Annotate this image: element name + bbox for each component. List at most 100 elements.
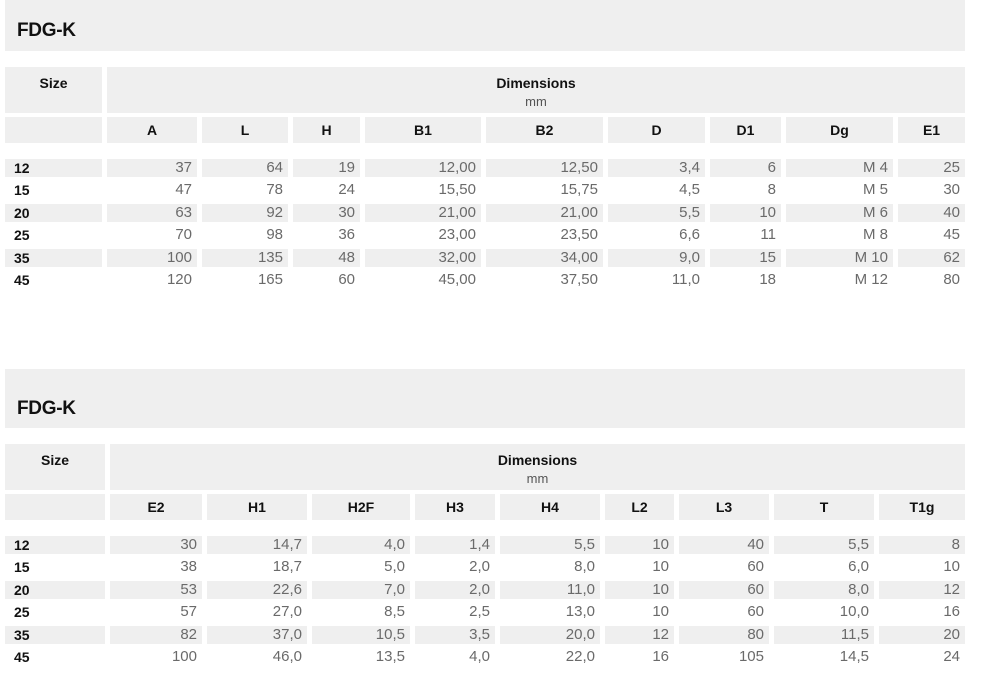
column-header-cell: H4	[500, 494, 600, 520]
size-value: 20	[14, 581, 30, 598]
dimension-value: 2,0	[469, 580, 490, 598]
column-header: T	[819, 499, 829, 515]
dimension-value: 60	[747, 603, 764, 621]
dimension-value: 60	[338, 271, 355, 288]
column-header: D	[651, 122, 662, 138]
dimension-value: 135	[257, 248, 283, 266]
size-header: Size	[39, 75, 68, 91]
size-value: 12	[14, 160, 30, 176]
column-header-cell: H3	[415, 494, 495, 520]
dimension-value: 16	[943, 603, 960, 621]
dimension-value: 11	[760, 226, 776, 244]
dimension-value: 57	[180, 603, 197, 621]
dimension-value: 20,0	[565, 625, 595, 643]
column-header: B2	[535, 122, 554, 138]
dimension-value: 15,75	[560, 181, 598, 199]
column-header: E2	[147, 499, 165, 515]
dimension-value: 23,50	[560, 226, 598, 244]
dimension-value: 47	[175, 181, 192, 199]
dimension-value: M 5	[862, 181, 888, 199]
dimension-value: M 12	[854, 271, 888, 288]
dimension-value: 46,0	[272, 648, 302, 665]
dimension-value: 4,5	[679, 181, 700, 199]
dimension-value: 36	[338, 226, 355, 244]
dimension-value: 8	[767, 181, 776, 199]
size-value: 35	[14, 249, 30, 266]
dimension-value: 64	[266, 159, 283, 176]
dimension-value: 98	[266, 226, 283, 244]
dimension-value: 12,00	[438, 159, 476, 176]
column-header-cell: L3	[679, 494, 769, 520]
dimension-value: 40	[943, 203, 960, 221]
dimension-value: 12	[652, 625, 669, 643]
dimension-value: 45,00	[438, 271, 476, 288]
dimension-value: 10	[652, 603, 669, 621]
dimension-value: 6,6	[679, 226, 700, 244]
column-header: H	[321, 122, 332, 138]
dimension-value: 70	[175, 226, 192, 244]
column-header-cell: T	[774, 494, 874, 520]
dimension-value: 11,5	[840, 625, 869, 643]
dimension-value: 30	[338, 203, 355, 221]
unit-label: mm	[526, 471, 549, 486]
size-header-cell: Size	[5, 67, 102, 113]
dimension-value: 8	[951, 536, 960, 553]
dimension-value: 10	[652, 536, 669, 553]
column-header: L	[240, 122, 250, 138]
size-header: Size	[40, 452, 69, 468]
column-header-cell: B1	[365, 117, 481, 143]
dimension-value: 10,0	[839, 603, 869, 621]
size-header-cell: Size	[5, 444, 105, 490]
table-title: FDG-K	[17, 20, 76, 41]
dimension-value: 60	[747, 558, 764, 576]
dimension-value: 40	[747, 536, 764, 553]
dimension-value: 62	[943, 248, 960, 266]
dimension-value: 30	[180, 536, 197, 553]
column-header: B1	[414, 122, 432, 138]
column-header: L3	[715, 499, 733, 515]
column-header: Dg	[830, 122, 849, 138]
table-title-bar: FDG-K	[5, 369, 965, 428]
dimension-value: 24	[943, 648, 960, 665]
dimension-value: 2,0	[469, 558, 490, 576]
dimension-value: 23,00	[438, 226, 476, 244]
dimension-value: 18,7	[272, 558, 302, 576]
column-header-cell: E1	[898, 117, 965, 143]
column-header-cell: T1g	[879, 494, 965, 520]
dimension-value: 5,0	[384, 558, 405, 576]
column-header: T1g	[909, 499, 935, 515]
column-header-cell: H2F	[312, 494, 410, 520]
dimension-value: 9,0	[679, 248, 700, 266]
dimension-value: M 4	[862, 159, 888, 176]
dimension-value: 7,0	[384, 580, 405, 598]
dimension-value: M 6	[862, 203, 888, 221]
column-header-cell: A	[107, 117, 197, 143]
dimension-value: 5,5	[574, 536, 595, 553]
dimension-value: 11,0	[566, 580, 595, 598]
size-value: 15	[14, 559, 30, 576]
dimension-value: 22,6	[272, 580, 302, 598]
dimension-value: 100	[166, 248, 192, 266]
dimension-value: 53	[180, 580, 197, 598]
size-value: 25	[14, 227, 30, 244]
dimension-value: 3,4	[679, 159, 700, 176]
dimensions-header-cell: Dimensions mm	[107, 67, 965, 113]
dimension-value: 92	[266, 203, 283, 221]
dimension-value: 1,4	[469, 536, 490, 553]
column-header: D1	[736, 122, 755, 138]
dimension-value: 63	[175, 203, 192, 221]
column-header: H3	[446, 499, 464, 515]
dimensions-header: Dimensions	[496, 75, 576, 91]
dimension-value: 120	[166, 271, 192, 288]
column-header-cell: B2	[486, 117, 603, 143]
table-title-bar: FDG-K	[5, 0, 965, 51]
column-header: H1	[248, 499, 266, 515]
dimension-value: 15,50	[438, 181, 476, 199]
column-header-cell: E2	[110, 494, 202, 520]
dimension-value: 37,50	[560, 271, 598, 288]
dimension-value: 27,0	[272, 603, 302, 621]
column-header-cell: H	[293, 117, 360, 143]
table-title: FDG-K	[17, 398, 76, 419]
size-column-header-spacer	[5, 494, 105, 520]
dimension-value: 80	[747, 625, 764, 643]
